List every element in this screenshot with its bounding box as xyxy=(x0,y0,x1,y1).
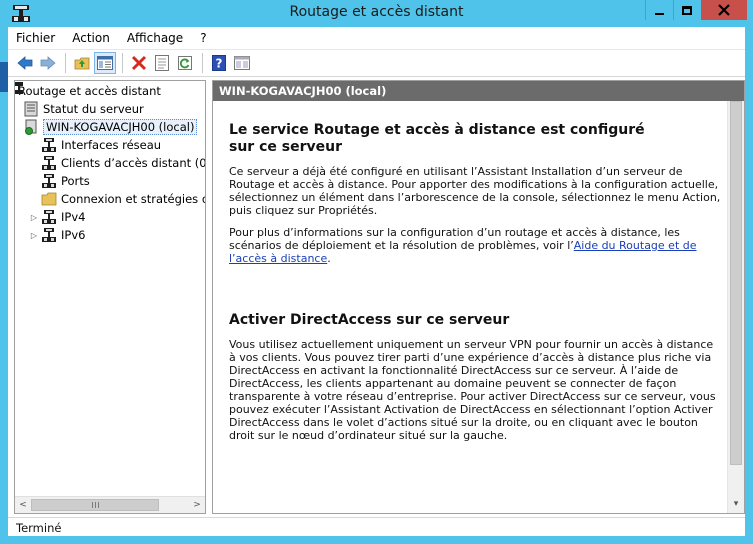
refresh-button[interactable] xyxy=(174,52,196,74)
console-view-button[interactable] xyxy=(231,52,253,74)
menu-bar: Fichier Action Affichage ? xyxy=(8,27,745,49)
details-header: WIN-KOGAVACJH00 (local) xyxy=(213,81,744,101)
menu-action[interactable]: Action xyxy=(72,31,110,45)
title-bar[interactable]: Routage et accès distant xyxy=(0,0,753,27)
menu-affichage[interactable]: Affichage xyxy=(127,31,183,45)
up-level-button[interactable] xyxy=(71,52,93,74)
directaccess-paragraph: Vous utilisez actuellement uniquement un… xyxy=(229,338,716,442)
tree-item-ports[interactable]: Ports xyxy=(41,172,90,190)
app-window: Routage et accès distant Fichier Action … xyxy=(0,0,753,544)
minimize-button[interactable] xyxy=(645,0,672,20)
window-title: Routage et accès distant xyxy=(289,4,464,20)
console-view-icon xyxy=(234,56,250,70)
toolbar-separator xyxy=(65,53,66,73)
ports-icon xyxy=(42,174,56,188)
forward-button[interactable] xyxy=(37,52,59,74)
folder-icon xyxy=(41,192,57,206)
tree-item-label: Routage et accès distant xyxy=(18,84,161,98)
back-button[interactable] xyxy=(14,52,36,74)
scroll-left-icon[interactable]: < xyxy=(17,499,29,511)
console-tree: Routage et accès distant Statut du serve… xyxy=(14,80,206,514)
server-node-icon xyxy=(25,119,37,135)
show-hide-tree-button[interactable] xyxy=(94,52,116,74)
toolbar-separator xyxy=(202,53,203,73)
tree-item-label: WIN-KOGAVACJH00 (local) xyxy=(43,119,198,135)
help-button[interactable]: ? xyxy=(208,52,230,74)
tree-item-policies[interactable]: Connexion et stratégies d’a xyxy=(41,190,206,208)
minimize-icon xyxy=(654,12,664,15)
expand-arrow-icon[interactable]: ▷ xyxy=(29,231,39,240)
tree-item-root[interactable]: Routage et accès distant xyxy=(15,82,161,100)
ipv6-icon xyxy=(42,228,56,242)
tree-item-label: IPv6 xyxy=(61,228,86,242)
help-icon: ? xyxy=(212,55,226,71)
tree-item-label: Clients d’accès distant (0) xyxy=(61,156,206,170)
scroll-down-icon[interactable]: ▾ xyxy=(730,497,742,511)
help-paragraph: Pour plus d’informations sur la configur… xyxy=(229,226,721,265)
up-folder-icon xyxy=(74,57,90,70)
ipv4-icon xyxy=(42,210,56,224)
tree-item-label: IPv4 xyxy=(61,210,86,224)
remote-clients-icon xyxy=(42,156,56,170)
maximize-button[interactable] xyxy=(673,0,700,20)
help-text-suffix: . xyxy=(327,252,331,265)
details-vertical-scrollbar[interactable]: ▾ xyxy=(727,101,744,513)
tree-horizontal-scrollbar[interactable]: < > xyxy=(15,496,205,513)
root-node-icon xyxy=(15,82,23,94)
tree-item-server-status[interactable]: Statut du serveur xyxy=(23,100,144,118)
tree-item-clients[interactable]: Clients d’accès distant (0) xyxy=(41,154,206,172)
menu-help[interactable]: ? xyxy=(200,31,206,45)
tree-item-interfaces[interactable]: Interfaces réseau xyxy=(41,136,161,154)
forward-arrow-icon xyxy=(40,56,56,70)
maximize-icon xyxy=(682,5,692,15)
section-heading-directaccess: Activer DirectAccess sur ce serveur xyxy=(229,312,510,328)
show-hide-tree-icon xyxy=(97,56,113,70)
toolbar: ? xyxy=(8,49,745,77)
client-area: Fichier Action Affichage ? ? Routage et … xyxy=(8,27,745,536)
tree-item-ipv6[interactable]: ▷ IPv6 xyxy=(29,226,85,244)
delete-button[interactable] xyxy=(128,52,150,74)
server-status-icon xyxy=(24,101,38,117)
properties-icon xyxy=(155,55,169,71)
scroll-thumb[interactable] xyxy=(31,499,159,511)
tree-item-label: Connexion et stratégies d’a xyxy=(61,192,206,206)
tree-item-ipv4[interactable]: ▷ IPv4 xyxy=(29,208,85,226)
toolbar-separator xyxy=(122,53,123,73)
close-icon xyxy=(718,4,730,16)
desktop-edge xyxy=(0,62,8,92)
network-interface-icon xyxy=(42,138,56,152)
details-pane: WIN-KOGAVACJH00 (local) Le service Routa… xyxy=(212,80,745,514)
close-button[interactable] xyxy=(701,0,747,20)
tree-item-label: Ports xyxy=(61,174,90,188)
menu-fichier[interactable]: Fichier xyxy=(16,31,55,45)
refresh-icon xyxy=(178,56,192,70)
back-arrow-icon xyxy=(17,56,33,70)
details-content: Le service Routage et accès à distance e… xyxy=(229,122,721,451)
expand-arrow-icon[interactable]: ▷ xyxy=(29,213,39,222)
scroll-right-icon[interactable]: > xyxy=(191,499,203,511)
status-bar: Terminé xyxy=(8,517,745,536)
svg-text:?: ? xyxy=(216,57,223,71)
tree-item-server[interactable]: WIN-KOGAVACJH00 (local) xyxy=(23,118,198,136)
properties-button[interactable] xyxy=(151,52,173,74)
tree-item-label: Interfaces réseau xyxy=(61,138,162,152)
delete-icon xyxy=(131,55,147,71)
scroll-thumb[interactable] xyxy=(730,101,742,465)
configured-paragraph: Ce serveur a déjà été configuré en utili… xyxy=(229,165,721,217)
section-heading-configured: Le service Routage et accès à distance e… xyxy=(229,122,645,155)
tree-item-label: Statut du serveur xyxy=(43,102,144,116)
